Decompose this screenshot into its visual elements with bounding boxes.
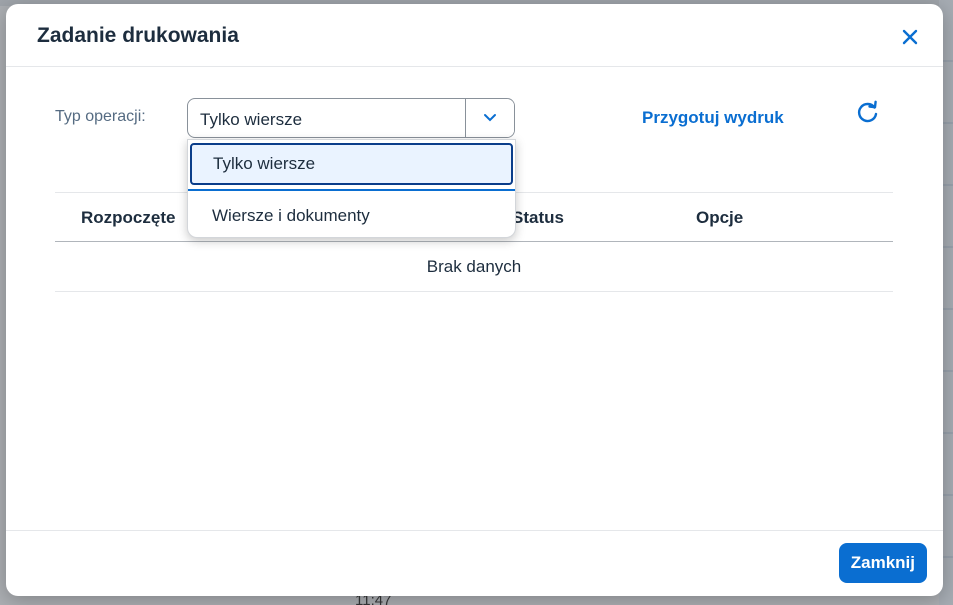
- column-header-options[interactable]: Opcje: [696, 208, 743, 228]
- print-job-dialog: Zadanie drukowania Typ operacji: Tylko w…: [6, 4, 943, 596]
- dialog-title: Zadanie drukowania: [37, 24, 239, 47]
- operation-type-dropdown: Tylko wiersze Wiersze i dokumenty: [187, 139, 516, 238]
- operation-type-value: Tylko wiersze: [200, 110, 303, 129]
- operation-type-label: Typ operacji:: [55, 108, 146, 125]
- dialog-footer: Zamknij: [6, 530, 943, 596]
- chevron-down-icon[interactable]: [465, 99, 514, 137]
- close-button[interactable]: Zamknij: [838, 543, 927, 583]
- dropdown-option-rows-and-documents[interactable]: Wiersze i dokumenty: [188, 192, 515, 240]
- operation-type-select[interactable]: Tylko wiersze: [187, 98, 515, 138]
- prepare-print-link[interactable]: Przygotuj wydruk: [642, 108, 784, 128]
- dropdown-option-only-rows[interactable]: Tylko wiersze: [190, 143, 513, 185]
- refresh-icon[interactable]: [854, 98, 882, 126]
- column-header-started[interactable]: Rozpoczęte: [81, 208, 175, 228]
- table-empty-text: Brak danych: [55, 242, 893, 292]
- column-header-status[interactable]: Status: [512, 208, 564, 228]
- dropdown-separator: [188, 189, 515, 191]
- dialog-header: Zadanie drukowania: [6, 4, 943, 67]
- close-icon[interactable]: [899, 26, 921, 48]
